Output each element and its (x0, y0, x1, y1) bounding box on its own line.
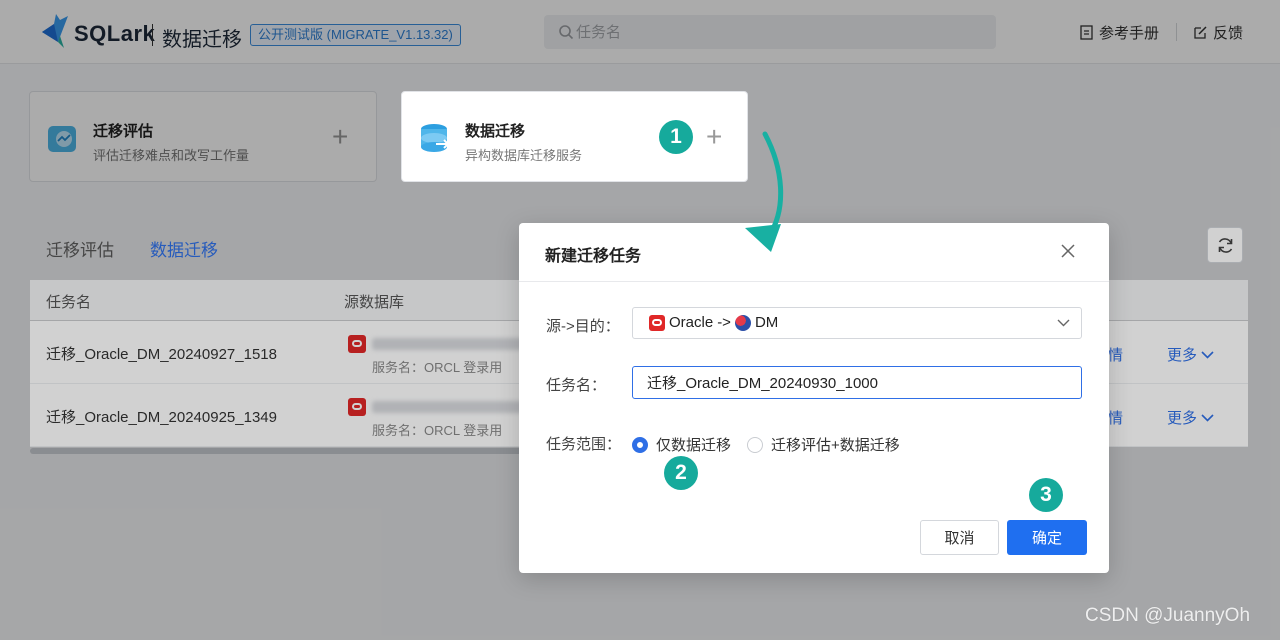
dialog-divider (519, 281, 1109, 282)
source-db-name: Oracle (669, 314, 714, 331)
new-migration-task-dialog: 新建迁移任务 源->目的： Oracle -> DM 任务名： 任务范围： 仅数… (519, 223, 1109, 573)
add-migration-button[interactable]: + (706, 123, 722, 151)
watermark: CSDN @JuannyOh (1085, 605, 1251, 626)
curved-arrow-icon (745, 131, 784, 252)
oracle-icon (649, 314, 665, 331)
database-migration-icon (421, 124, 451, 152)
dialog-title: 新建迁移任务 (545, 248, 642, 265)
step-marker-2: 2 (664, 456, 698, 490)
task-scope-label: 任务范围： (546, 436, 622, 453)
chevron-down-icon (1057, 319, 1070, 327)
dm-icon (734, 314, 751, 331)
cancel-button[interactable]: 取消 (920, 520, 999, 555)
confirm-button[interactable]: 确定 (1007, 520, 1087, 555)
radio-assessment-and-migration[interactable]: 迁移评估+数据迁移 (747, 434, 900, 455)
card-title: 数据迁移 (465, 123, 526, 140)
step-marker-1: 1 (659, 120, 693, 154)
source-target-select[interactable]: Oracle -> DM (632, 307, 1082, 339)
radio-label: 仅数据迁移 (656, 437, 732, 454)
target-db-name: DM (754, 314, 779, 331)
radio-data-migration-only[interactable]: 仅数据迁移 (632, 434, 731, 455)
close-icon[interactable] (1060, 243, 1076, 259)
source-target-label: 源->目的： (546, 318, 620, 335)
direction-arrow-text: -> (717, 314, 731, 331)
radio-label: 迁移评估+数据迁移 (771, 437, 900, 454)
task-name-input[interactable] (632, 366, 1082, 399)
card-desc: 异构数据库迁移服务 (465, 148, 583, 163)
card-data-migration[interactable]: 数据迁移 异构数据库迁移服务 + (401, 91, 748, 182)
selected-option: Oracle -> DM (649, 314, 778, 331)
step-marker-3: 3 (1029, 478, 1063, 512)
radio-unchecked-icon (747, 436, 763, 453)
radio-checked-icon (632, 436, 648, 453)
task-name-label: 任务名： (546, 377, 607, 394)
